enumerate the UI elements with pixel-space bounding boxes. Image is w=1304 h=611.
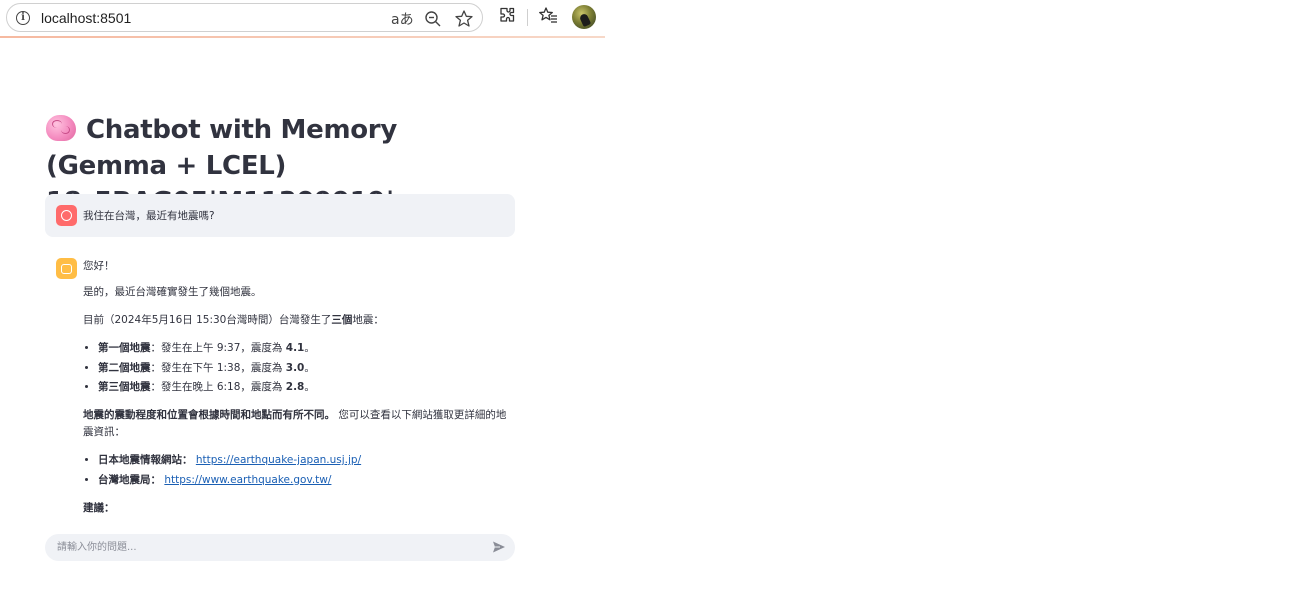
profile-avatar[interactable] bbox=[572, 5, 596, 29]
zoom-out-icon[interactable] bbox=[423, 9, 443, 29]
quake-detail: 發生在晚上 6:18，震度為 bbox=[161, 381, 286, 393]
assistant-paragraph: 是的，最近台灣確實發生了幾個地震。 bbox=[83, 286, 262, 298]
earthquake-list: 第一個地震：發生在上午 9:37，震度為 4.1。 第二個地震：發生在下午 1:… bbox=[98, 340, 515, 396]
user-message-text: 我住在台灣，最近有地震嗎? bbox=[83, 210, 215, 222]
text-span: 。 bbox=[304, 342, 315, 354]
toolbar-divider bbox=[527, 9, 528, 26]
assistant-avatar-icon bbox=[56, 258, 77, 279]
favorites-list-icon[interactable] bbox=[538, 5, 558, 25]
quake-detail: 發生在上午 9:37，震度為 bbox=[161, 342, 286, 354]
browser-toolbar: i localhost:8501 aあ bbox=[0, 0, 605, 37]
bold-text: 建議： bbox=[83, 501, 115, 514]
user-message: 我住在台灣，最近有地震嗎? bbox=[45, 194, 515, 237]
assistant-greeting: 您好！ bbox=[83, 260, 115, 272]
text-span: 地震： bbox=[352, 314, 384, 326]
bold-text: 地震的震動程度和位置會根據時間和地點而有所不同。 bbox=[83, 409, 335, 421]
brain-icon bbox=[46, 115, 76, 141]
assistant-paragraph: 目前（2024年5月16日 15:30台灣時間）台灣發生了三個地震： bbox=[83, 312, 515, 329]
quake-magnitude: 2.8 bbox=[285, 381, 305, 393]
send-icon[interactable] bbox=[492, 540, 506, 554]
text-span: ： bbox=[150, 381, 162, 393]
list-item: 台灣地震局： https://www.earthquake.gov.tw/ bbox=[98, 472, 515, 489]
quake-magnitude: 3.0 bbox=[285, 361, 305, 374]
earthquake-japan-link[interactable]: https://earthquake-japan.usj.jp/ bbox=[196, 454, 361, 466]
site-info-icon[interactable]: i bbox=[16, 11, 30, 25]
assistant-message: 您好！ 是的，最近台灣確實發生了幾個地震。 目前（2024年5月16日 15:3… bbox=[83, 258, 515, 528]
chat-input-field[interactable] bbox=[57, 539, 477, 556]
list-item: 第二個地震：發生在下午 1:38，震度為 3.0。 bbox=[98, 360, 515, 377]
assistant-paragraph: 地震的震動程度和位置會根據時間和地點而有所不同。 您可以查看以下網站獲取更詳細的… bbox=[83, 407, 515, 441]
quake-name: 第三個地震 bbox=[98, 381, 151, 393]
quake-name: 第二個地震 bbox=[98, 361, 151, 374]
extensions-icon[interactable] bbox=[497, 5, 517, 25]
link-label: 台灣地震局： bbox=[98, 473, 161, 486]
assistant-paragraph: 建議： bbox=[83, 500, 515, 517]
text-span: 。 bbox=[304, 361, 315, 374]
list-item: 第一個地震：發生在上午 9:37，震度為 4.1。 bbox=[98, 340, 515, 357]
text-span: 目前（2024年5月16日 15:30台灣時間）台灣發生了 bbox=[83, 314, 332, 326]
text-span: ： bbox=[150, 342, 162, 354]
url-text[interactable]: localhost:8501 bbox=[41, 10, 131, 26]
text-span: 。 bbox=[304, 381, 315, 393]
text-span: ： bbox=[150, 361, 162, 374]
chat-input-box[interactable] bbox=[45, 534, 515, 561]
user-avatar-icon bbox=[56, 205, 77, 226]
toolbar-accent-line bbox=[0, 36, 605, 38]
quake-name: 第一個地震 bbox=[98, 342, 151, 354]
link-label: 日本地震情報網站： bbox=[98, 454, 193, 466]
list-item: 日本地震情報網站： https://earthquake-japan.usj.j… bbox=[98, 452, 515, 469]
list-item: 第三個地震：發生在晚上 6:18，震度為 2.8。 bbox=[98, 379, 515, 396]
quake-magnitude: 4.1 bbox=[285, 342, 305, 354]
link-list: 日本地震情報網站： https://earthquake-japan.usj.j… bbox=[98, 452, 515, 489]
taiwan-earthquake-link[interactable]: https://www.earthquake.gov.tw/ bbox=[164, 474, 331, 486]
quake-detail: 發生在下午 1:38，震度為 bbox=[161, 361, 286, 374]
read-aloud-icon[interactable]: aあ bbox=[391, 9, 414, 29]
favorite-star-icon[interactable] bbox=[454, 9, 474, 29]
address-bar[interactable]: i localhost:8501 aあ bbox=[6, 3, 483, 32]
bold-text: 三個 bbox=[331, 314, 353, 326]
